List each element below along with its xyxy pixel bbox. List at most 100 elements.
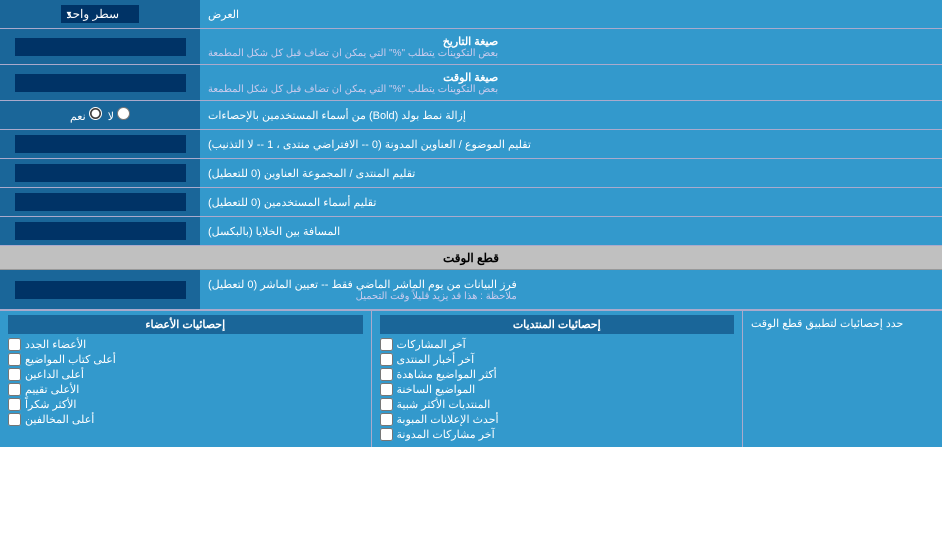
checkbox-new-members[interactable] bbox=[8, 338, 21, 351]
time-format-label: صيغة الوقت بعض التكوينات يتطلب "%" التي … bbox=[200, 65, 942, 100]
checkbox-popular-forums[interactable] bbox=[380, 398, 393, 411]
checkbox-top-rated[interactable] bbox=[8, 383, 21, 396]
display-row: العرض سطر واحد سطرين ثلاثة أسطر bbox=[0, 0, 942, 29]
display-label-text: العرض bbox=[208, 8, 239, 21]
display-select-cell: سطر واحد سطرين ثلاثة أسطر bbox=[0, 0, 200, 28]
time-format-row: صيغة الوقت بعض التكوينات يتطلب "%" التي … bbox=[0, 65, 942, 101]
limit-label-cell: حدد إحصائيات لتطبيق قطع الوقت bbox=[742, 311, 942, 447]
bold-label-text: إزالة نمط بولد (Bold) من أسماء المستخدمي… bbox=[208, 109, 466, 122]
radio-no[interactable] bbox=[117, 107, 130, 120]
checkbox-top-posters[interactable] bbox=[8, 353, 21, 366]
checkbox-last-posts[interactable] bbox=[380, 338, 393, 351]
username-count-label: تقليم أسماء المستخدمين (0 للتعطيل) bbox=[200, 188, 942, 216]
checkbox-item-last-posts: آخر المشاركات bbox=[380, 338, 735, 351]
cutoff-section-header-text: قطع الوقت bbox=[443, 251, 499, 265]
checkbox-item-forum-news: آخر أخبار المنتدى bbox=[380, 353, 735, 366]
checkbox-top-inviters-label: أعلى الداعين bbox=[25, 368, 84, 381]
checkbox-forum-news-label: آخر أخبار المنتدى bbox=[397, 353, 475, 366]
radio-yes[interactable] bbox=[89, 107, 102, 120]
display-select[interactable]: سطر واحد سطرين ثلاثة أسطر bbox=[61, 5, 139, 23]
display-label: العرض bbox=[200, 0, 942, 28]
checkbox-most-viewed-label: أكثر المواضيع مشاهدة bbox=[397, 368, 497, 381]
date-format-label: صيغة التاريخ بعض التكوينات يتطلب "%" الت… bbox=[200, 29, 942, 64]
time-format-title: صيغة الوقت bbox=[208, 71, 498, 84]
spacing-label: المسافة بين الخلايا (بالبكسل) bbox=[200, 217, 942, 245]
date-format-input-cell: d-m bbox=[0, 29, 200, 64]
cutoff-row: فرز البيانات من يوم الماشر الماضي فقط --… bbox=[0, 270, 942, 310]
topic-count-row: تقليم الموضوع / العناوين المدونة (0 -- ا… bbox=[0, 130, 942, 159]
checkbox-most-viewed[interactable] bbox=[380, 368, 393, 381]
username-count-label-text: تقليم أسماء المستخدمين (0 للتعطيل) bbox=[208, 196, 376, 209]
checkbox-blog-posts[interactable] bbox=[380, 428, 393, 441]
radio-no-label[interactable]: لا bbox=[108, 107, 130, 123]
cutoff-note: ملاحظة : هذا قد يزيد قليلاً وقت التحميل bbox=[208, 291, 517, 302]
checkbox-classified-ads-label: أحدث الإعلانات المبوبة bbox=[397, 413, 499, 426]
checkbox-hot-topics-label: المواضيع الساخنة bbox=[397, 383, 476, 396]
checkbox-item-classified-ads: أحدث الإعلانات المبوبة bbox=[380, 413, 735, 426]
username-count-input-cell: 0 bbox=[0, 188, 200, 216]
bold-radio-cell: نعم لا bbox=[0, 101, 200, 129]
forum-count-label-text: تقليم المنتدى / المجموعة العناوين (0 للت… bbox=[208, 167, 415, 180]
checkbox-popular-forums-label: المنتديات الأكثر شبية bbox=[397, 398, 491, 411]
time-format-sublabel: بعض التكوينات يتطلب "%" التي يمكن ان تضا… bbox=[208, 84, 498, 95]
checkbox-item-top-violators: أعلى المخالفين bbox=[8, 413, 363, 426]
members-panel-header-text: إحصائيات الأعضاء bbox=[145, 319, 225, 331]
cutoff-label-text: فرز البيانات من يوم الماشر الماضي فقط --… bbox=[208, 278, 517, 291]
checkboxes-panel-forums: إحصائيات المنتديات آخر المشاركات آخر أخب… bbox=[371, 311, 743, 447]
spacing-label-text: المسافة بين الخلايا (بالبكسل) bbox=[208, 225, 340, 238]
forum-count-row: تقليم المنتدى / المجموعة العناوين (0 للت… bbox=[0, 159, 942, 188]
checkbox-item-top-posters: أعلى كتاب المواضيع bbox=[8, 353, 363, 366]
checkbox-item-blog-posts: آخر مشاركات المدونة bbox=[380, 428, 735, 441]
checkbox-last-posts-label: آخر المشاركات bbox=[397, 338, 466, 351]
forum-count-input-cell: 33 bbox=[0, 159, 200, 187]
checkbox-top-posters-label: أعلى كتاب المواضيع bbox=[25, 353, 116, 366]
cutoff-input-cell: 0 bbox=[0, 270, 200, 309]
forum-count-input[interactable]: 33 bbox=[15, 164, 186, 182]
date-format-input[interactable]: d-m bbox=[15, 38, 186, 56]
checkbox-top-violators[interactable] bbox=[8, 413, 21, 426]
checkbox-most-thanked[interactable] bbox=[8, 398, 21, 411]
checkbox-top-inviters[interactable] bbox=[8, 368, 21, 381]
username-count-row: تقليم أسماء المستخدمين (0 للتعطيل) 0 bbox=[0, 188, 942, 217]
checkbox-top-rated-label: الأعلى تقييم bbox=[25, 383, 79, 396]
topic-count-input-cell: 33 bbox=[0, 130, 200, 158]
limit-label-text: حدد إحصائيات لتطبيق قطع الوقت bbox=[751, 317, 903, 330]
topic-count-input[interactable]: 33 bbox=[15, 135, 186, 153]
checkbox-item-new-members: الأعضاء الجدد bbox=[8, 338, 363, 351]
cutoff-section-header: قطع الوقت bbox=[0, 246, 942, 270]
select-wrapper[interactable]: سطر واحد سطرين ثلاثة أسطر bbox=[61, 5, 139, 23]
checkbox-blog-posts-label: آخر مشاركات المدونة bbox=[397, 428, 495, 441]
radio-yes-label[interactable]: نعم bbox=[70, 107, 102, 123]
forums-panel-header: إحصائيات المنتديات bbox=[380, 315, 735, 334]
checkbox-item-hot-topics: المواضيع الساخنة bbox=[380, 383, 735, 396]
spacing-input-cell: 2 bbox=[0, 217, 200, 245]
checkbox-hot-topics[interactable] bbox=[380, 383, 393, 396]
cutoff-label: فرز البيانات من يوم الماشر الماضي فقط --… bbox=[200, 270, 942, 309]
checkbox-forum-news[interactable] bbox=[380, 353, 393, 366]
date-format-row: صيغة التاريخ بعض التكوينات يتطلب "%" الت… bbox=[0, 29, 942, 65]
bold-label: إزالة نمط بولد (Bold) من أسماء المستخدمي… bbox=[200, 101, 942, 129]
forums-panel-header-text: إحصائيات المنتديات bbox=[513, 319, 601, 331]
radio-no-text: لا bbox=[108, 111, 114, 123]
checkbox-item-most-viewed: أكثر المواضيع مشاهدة bbox=[380, 368, 735, 381]
checkbox-item-top-rated: الأعلى تقييم bbox=[8, 383, 363, 396]
topic-count-label: تقليم الموضوع / العناوين المدونة (0 -- ا… bbox=[200, 130, 942, 158]
checkbox-item-popular-forums: المنتديات الأكثر شبية bbox=[380, 398, 735, 411]
date-format-title: صيغة التاريخ bbox=[208, 35, 498, 48]
checkboxes-panel-members: إحصائيات الأعضاء الأعضاء الجدد أعلى كتاب… bbox=[0, 311, 371, 447]
checkbox-top-violators-label: أعلى المخالفين bbox=[25, 413, 94, 426]
date-format-sublabel: بعض التكوينات يتطلب "%" التي يمكن ان تضا… bbox=[208, 48, 498, 59]
bold-radio-group: نعم لا bbox=[70, 107, 130, 123]
username-count-input[interactable]: 0 bbox=[15, 193, 186, 211]
spacing-row: المسافة بين الخلايا (بالبكسل) 2 bbox=[0, 217, 942, 246]
checkbox-item-top-inviters: أعلى الداعين bbox=[8, 368, 363, 381]
members-panel-header: إحصائيات الأعضاء bbox=[8, 315, 363, 334]
checkbox-classified-ads[interactable] bbox=[380, 413, 393, 426]
topic-count-label-text: تقليم الموضوع / العناوين المدونة (0 -- ا… bbox=[208, 138, 531, 151]
time-format-input-cell: H:i bbox=[0, 65, 200, 100]
time-format-input[interactable]: H:i bbox=[15, 74, 186, 92]
spacing-input[interactable]: 2 bbox=[15, 222, 186, 240]
checkbox-new-members-label: الأعضاء الجدد bbox=[25, 338, 86, 351]
checkbox-item-most-thanked: الأكثر شكراً bbox=[8, 398, 363, 411]
cutoff-input[interactable]: 0 bbox=[15, 281, 186, 299]
